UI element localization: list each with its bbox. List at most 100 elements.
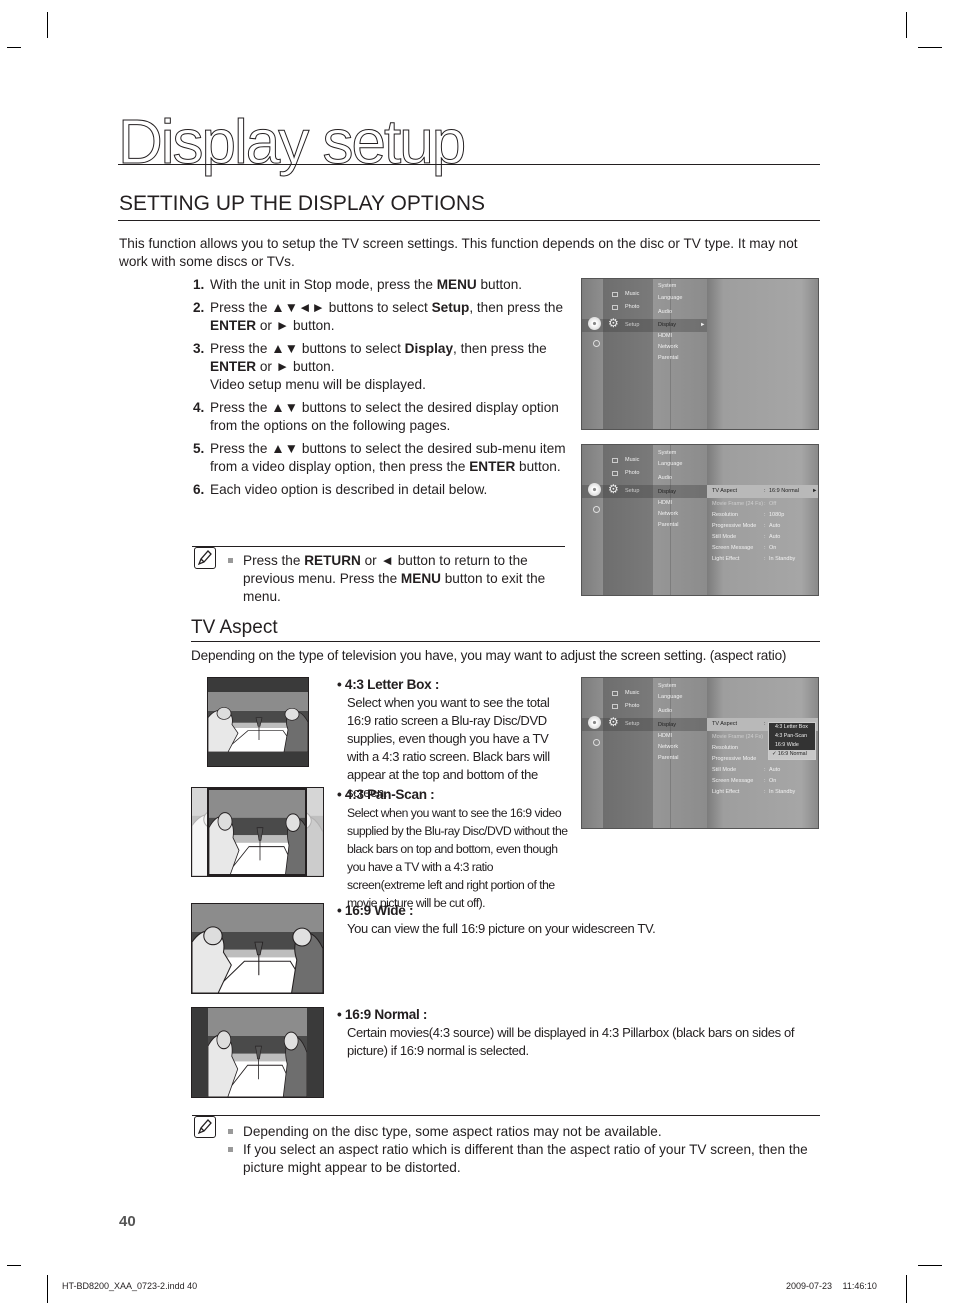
setup-item-hdmi[interactable]: HDMI [658, 500, 672, 507]
display-option-label[interactable]: Movie Frame (24 Fs) [712, 734, 763, 741]
step-number: 6. [193, 482, 205, 497]
option-heading: • 16:9 Wide : [337, 903, 414, 918]
menu-item-setup[interactable]: Setup [625, 488, 639, 495]
menu-item-photo[interactable]: Photo [625, 304, 639, 311]
menu-item-setup[interactable]: Setup [625, 721, 639, 728]
setup-item-audio[interactable]: Audio [658, 708, 672, 715]
page-number: 40 [119, 1213, 136, 1230]
dropdown-option[interactable]: ✓ 16:9 Normal [769, 750, 815, 759]
menu-item-music[interactable]: Music [625, 291, 639, 298]
photo-icon [612, 305, 618, 310]
text-run: Press the [243, 553, 305, 568]
option-wide: • 16:9 Wide : You can view the full 16:9… [337, 902, 807, 938]
globe-icon [593, 506, 600, 513]
disc-icon [588, 716, 601, 729]
setup-item-network[interactable]: Network [658, 744, 678, 751]
setup-item-system[interactable]: System [658, 683, 676, 690]
setup-item-parental[interactable]: Parental [658, 755, 679, 762]
bullet-square [228, 558, 233, 563]
display-option-value: On [769, 778, 777, 784]
display-option-label[interactable]: Light Effect [712, 789, 739, 796]
arrow-right-icon: ► [700, 322, 706, 328]
step-number: 1. [193, 277, 205, 292]
separator: : [764, 767, 766, 773]
illustration-normal [191, 1007, 324, 1098]
setup-item-language[interactable]: Language [658, 694, 682, 701]
dropdown-option[interactable]: 16:9 Wide [769, 741, 815, 750]
setup-item-parental[interactable]: Parental [658, 355, 679, 362]
gear-icon: ⚙ [608, 482, 619, 496]
setup-item-system[interactable]: System [658, 283, 676, 290]
osd-display-menu: ⚙ Music Photo Setup System Language Audi… [581, 444, 819, 596]
text-run: Press the ▲▼◄► buttons to select [210, 300, 432, 315]
display-option-label[interactable]: Resolution [712, 512, 738, 519]
setup-item-audio[interactable]: Audio [658, 475, 672, 482]
bold-term: RETURN [304, 553, 361, 568]
tv-aspect-title: TV Aspect [191, 617, 278, 638]
text-run: , then press the [453, 341, 547, 356]
crop-mark [7, 1265, 21, 1266]
separator: : [764, 789, 766, 795]
display-option-label[interactable]: TV Aspect [712, 721, 737, 728]
display-option-label[interactable]: Progressive Mode [712, 523, 756, 530]
display-option-value: Off [769, 501, 777, 507]
setup-item-hdmi[interactable]: HDMI [658, 333, 672, 340]
text-run: With the unit in Stop mode, press the [210, 277, 437, 292]
separator: : [764, 721, 766, 727]
step-number: 3. [193, 341, 205, 356]
display-option-label[interactable]: Still Mode [712, 534, 736, 541]
menu-item-music[interactable]: Music [625, 690, 639, 697]
option-heading: • 16:9 Normal : [337, 1007, 428, 1022]
separator: : [764, 488, 766, 494]
crop-mark [47, 1275, 48, 1303]
display-option-label[interactable]: Still Mode [712, 767, 736, 774]
setup-item-language[interactable]: Language [658, 295, 682, 302]
dropdown-option[interactable]: 4:3 Letter Box [769, 723, 815, 732]
setup-item-language[interactable]: Language [658, 461, 682, 468]
photo-icon [612, 704, 618, 709]
step-number: 2. [193, 300, 205, 315]
display-option-label[interactable]: Screen Message [712, 778, 753, 785]
menu-item-photo[interactable]: Photo [625, 703, 639, 710]
dropdown-option[interactable]: 4:3 Pan-Scan [769, 732, 815, 741]
text-run: Press the ▲▼ buttons to select [210, 341, 405, 356]
text-run: , then press the [469, 300, 564, 315]
music-icon [612, 458, 618, 463]
menu-item-photo[interactable]: Photo [625, 470, 639, 477]
step-item: 6. Each video option is described in deta… [193, 481, 568, 499]
bold-term: MENU [436, 277, 477, 292]
setup-item-network[interactable]: Network [658, 511, 678, 518]
option-desc: You can view the full 16:9 picture on yo… [347, 921, 656, 936]
display-option-label[interactable]: TV Aspect [712, 488, 737, 495]
option-heading: • 4:3 Letter Box : [337, 677, 440, 692]
display-option-label[interactable]: Movie Frame (24 Fs) [712, 501, 763, 508]
bold-term: Setup [431, 300, 470, 315]
display-option-label[interactable]: Screen Message [712, 545, 753, 552]
menu-item-setup[interactable]: Setup [625, 322, 639, 329]
text-run: Each video option is described in detail… [210, 482, 488, 497]
menu-item-music[interactable]: Music [625, 457, 639, 464]
setup-item-system[interactable]: System [658, 450, 676, 457]
setup-item-parental[interactable]: Parental [658, 522, 679, 529]
step-item: 5. Press the ▲▼ buttons to select the des… [193, 440, 568, 476]
steps-list: 1. With the unit in Stop mode, press the … [193, 276, 568, 504]
step-item: 1. With the unit in Stop mode, press the … [193, 276, 568, 294]
display-option-label[interactable]: Progressive Mode [712, 756, 756, 763]
option-pan-scan: • 4:3 Pan-Scan : Select when you want to… [337, 786, 569, 912]
setup-item-display[interactable]: Display [658, 489, 676, 496]
display-option-label[interactable]: Resolution [712, 745, 738, 752]
setup-item-display[interactable]: Display [658, 722, 676, 729]
setup-item-network[interactable]: Network [658, 344, 678, 351]
aspect-dropdown[interactable]: 4:3 Letter Box 4:3 Pan-Scan 16:9 Wide ✓ 1… [768, 722, 816, 760]
setup-item-audio[interactable]: Audio [658, 309, 672, 316]
step-item: 2. Press the ▲▼◄► buttons to select Setup… [193, 299, 568, 335]
setup-item-display[interactable]: Display [658, 322, 676, 329]
setup-item-hdmi[interactable]: HDMI [658, 733, 672, 740]
osd-setup-menu: ⚙ Music Photo Setup System Language Audi… [581, 278, 819, 430]
gear-icon: ⚙ [608, 316, 619, 330]
bold-term: Display [404, 341, 454, 356]
step-item: 4. Press the ▲▼ buttons to select the des… [193, 399, 568, 435]
display-option-label[interactable]: Light Effect [712, 556, 739, 563]
separator: : [764, 545, 766, 551]
gear-icon: ⚙ [608, 715, 619, 729]
